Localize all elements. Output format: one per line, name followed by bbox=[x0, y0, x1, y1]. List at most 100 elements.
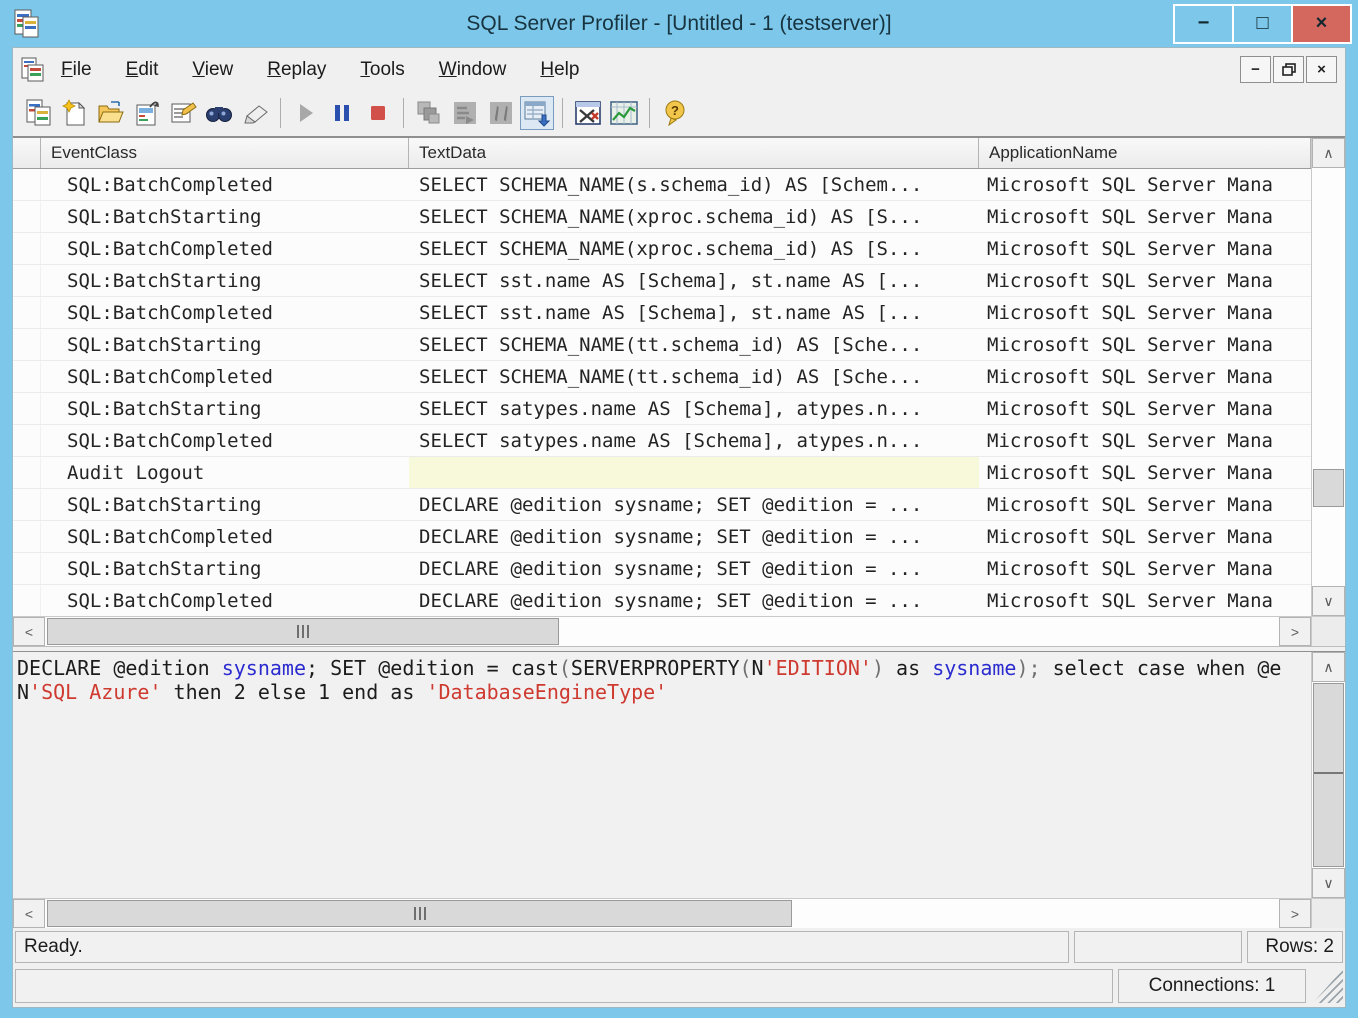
sql-text[interactable]: DECLARE @edition sysname; SET @edition =… bbox=[13, 652, 1311, 898]
menu-window[interactable]: Window bbox=[439, 59, 507, 81]
svg-text:?: ? bbox=[671, 103, 679, 118]
grid-vscroll-track[interactable] bbox=[1312, 168, 1345, 586]
column-header-eventclass[interactable]: EventClass bbox=[41, 138, 409, 168]
scroll-right-button[interactable]: > bbox=[1279, 617, 1311, 646]
eventclass-cell: SQL:BatchCompleted bbox=[41, 521, 409, 552]
stop-icon bbox=[369, 104, 387, 122]
grid-hscroll-thumb[interactable] bbox=[47, 618, 559, 645]
maximize-button[interactable]: □ bbox=[1232, 4, 1293, 44]
row-selector-cell bbox=[13, 489, 41, 520]
close-button[interactable]: × bbox=[1291, 4, 1352, 44]
menu-replay[interactable]: Replay bbox=[267, 59, 326, 81]
applicationname-cell: Microsoft SQL Server Mana bbox=[979, 201, 1311, 232]
auto-scroll-button[interactable] bbox=[520, 96, 554, 130]
grid-horizontal-scrollbar[interactable]: < > bbox=[13, 616, 1345, 646]
mdi-restore-button[interactable] bbox=[1273, 56, 1304, 83]
table-row[interactable]: Audit LogoutMicrosoft SQL Server Mana bbox=[13, 457, 1311, 489]
clear-trace-button[interactable] bbox=[238, 96, 272, 130]
grid-vertical-scrollbar[interactable]: ∧ ∨ bbox=[1311, 138, 1345, 616]
scroll-left-button[interactable]: < bbox=[13, 899, 45, 928]
save-trace-button[interactable] bbox=[130, 96, 164, 130]
table-row[interactable]: SQL:BatchStartingSELECT sst.name AS [Sch… bbox=[13, 265, 1311, 297]
toolbar-separator bbox=[280, 98, 281, 128]
eventclass-cell: SQL:BatchCompleted bbox=[41, 585, 409, 616]
organize-columns-button[interactable] bbox=[571, 96, 605, 130]
menu-view[interactable]: View bbox=[192, 59, 233, 81]
applicationname-cell: Microsoft SQL Server Mana bbox=[979, 553, 1311, 584]
help-button[interactable]: ? bbox=[658, 96, 692, 130]
minimize-button[interactable]: − bbox=[1173, 4, 1234, 44]
table-row[interactable]: SQL:BatchCompletedSELECT SCHEMA_NAME(s.s… bbox=[13, 169, 1311, 201]
row-selector-header[interactable] bbox=[13, 138, 41, 168]
thumb-grip bbox=[297, 625, 309, 638]
find-button[interactable] bbox=[202, 96, 236, 130]
grid-rows: SQL:BatchCompletedSELECT SCHEMA_NAME(s.s… bbox=[13, 169, 1311, 616]
column-header-applicationname[interactable]: ApplicationName bbox=[979, 138, 1311, 168]
grid-hscroll-track[interactable] bbox=[45, 617, 1279, 646]
mdi-minimize-icon: − bbox=[1251, 61, 1260, 78]
menu-file[interactable]: File bbox=[61, 59, 92, 81]
grid-vscroll-thumb[interactable] bbox=[1313, 469, 1344, 507]
table-row[interactable]: SQL:BatchCompletedDECLARE @edition sysna… bbox=[13, 521, 1311, 553]
row-selector-cell bbox=[13, 265, 41, 296]
scroll-down-button[interactable]: ∨ bbox=[1312, 586, 1345, 616]
mdi-close-icon: × bbox=[1317, 61, 1326, 78]
new-trace-icon bbox=[62, 99, 88, 127]
trace-definition-button[interactable] bbox=[22, 96, 56, 130]
scroll-up-button[interactable]: ∧ bbox=[1312, 138, 1345, 168]
textdata-cell: SELECT SCHEMA_NAME(s.schema_id) AS [Sche… bbox=[409, 169, 979, 200]
column-header-textdata[interactable]: TextData bbox=[409, 138, 979, 168]
table-row[interactable]: SQL:BatchCompletedSELECT sst.name AS [Sc… bbox=[13, 297, 1311, 329]
maximize-icon: □ bbox=[1256, 12, 1268, 35]
table-row[interactable]: SQL:BatchStartingDECLARE @edition sysnam… bbox=[13, 553, 1311, 585]
eventclass-cell: SQL:BatchCompleted bbox=[41, 361, 409, 392]
row-selector-cell bbox=[13, 169, 41, 200]
table-row[interactable]: SQL:BatchCompletedSELECT SCHEMA_NAME(tt.… bbox=[13, 361, 1311, 393]
scroll-down-icon: ∨ bbox=[1323, 593, 1333, 610]
detail-horizontal-scrollbar[interactable]: < > bbox=[13, 898, 1345, 928]
detail-hscroll-track[interactable] bbox=[45, 899, 1279, 928]
table-row[interactable]: SQL:BatchStartingSELECT satypes.name AS … bbox=[13, 393, 1311, 425]
performance-chart-button[interactable] bbox=[607, 96, 641, 130]
properties-button[interactable] bbox=[166, 96, 200, 130]
open-trace-button[interactable] bbox=[94, 96, 128, 130]
mdi-minimize-button[interactable]: − bbox=[1240, 56, 1271, 83]
table-row[interactable]: SQL:BatchStartingSELECT SCHEMA_NAME(xpro… bbox=[13, 201, 1311, 233]
execute-one-step-button[interactable] bbox=[412, 96, 446, 130]
trace-grid: EventClass TextData ApplicationName SQL:… bbox=[13, 138, 1345, 616]
textdata-cell: SELECT SCHEMA_NAME(xproc.schema_id) AS [… bbox=[409, 201, 979, 232]
trace-document-icon bbox=[21, 57, 45, 83]
scroll-right-button[interactable]: > bbox=[1279, 899, 1311, 928]
start-replay-button[interactable] bbox=[289, 96, 323, 130]
scroll-down-button[interactable]: ∨ bbox=[1312, 868, 1345, 898]
scroll-up-button[interactable]: ∧ bbox=[1312, 652, 1345, 682]
detail-vscroll-track[interactable] bbox=[1312, 682, 1345, 868]
eventclass-cell: SQL:BatchCompleted bbox=[41, 169, 409, 200]
detail-vscroll-thumb[interactable] bbox=[1313, 683, 1344, 867]
stop-trace-button[interactable] bbox=[361, 96, 395, 130]
table-row[interactable]: SQL:BatchStartingSELECT SCHEMA_NAME(tt.s… bbox=[13, 329, 1311, 361]
pause-trace-button[interactable] bbox=[325, 96, 359, 130]
menu-help[interactable]: Help bbox=[540, 59, 579, 81]
eventclass-cell: SQL:BatchCompleted bbox=[41, 425, 409, 456]
table-row[interactable]: SQL:BatchCompletedSELECT satypes.name AS… bbox=[13, 425, 1311, 457]
toggle-breakpoint-button[interactable] bbox=[484, 96, 518, 130]
detail-hscroll-thumb[interactable] bbox=[47, 900, 792, 927]
menu-tools[interactable]: Tools bbox=[360, 59, 404, 81]
scroll-down-icon: ∨ bbox=[1323, 875, 1333, 892]
applicationname-cell: Microsoft SQL Server Mana bbox=[979, 585, 1311, 616]
grid-header: EventClass TextData ApplicationName bbox=[13, 138, 1311, 169]
applicationname-cell: Microsoft SQL Server Mana bbox=[979, 297, 1311, 328]
menu-edit[interactable]: Edit bbox=[126, 59, 159, 81]
status-message: Ready. bbox=[15, 931, 1069, 963]
new-trace-button[interactable] bbox=[58, 96, 92, 130]
table-row[interactable]: SQL:BatchCompletedDECLARE @edition sysna… bbox=[13, 585, 1311, 616]
run-to-cursor-button[interactable] bbox=[448, 96, 482, 130]
scroll-left-button[interactable]: < bbox=[13, 617, 45, 646]
table-row[interactable]: SQL:BatchStartingDECLARE @edition sysnam… bbox=[13, 489, 1311, 521]
detail-vertical-scrollbar[interactable]: ∧ ∨ bbox=[1311, 652, 1345, 898]
mdi-close-button[interactable]: × bbox=[1306, 56, 1337, 83]
mdi-restore-icon bbox=[1282, 63, 1296, 76]
table-row[interactable]: SQL:BatchCompletedSELECT SCHEMA_NAME(xpr… bbox=[13, 233, 1311, 265]
resize-grip[interactable] bbox=[1313, 969, 1343, 1003]
